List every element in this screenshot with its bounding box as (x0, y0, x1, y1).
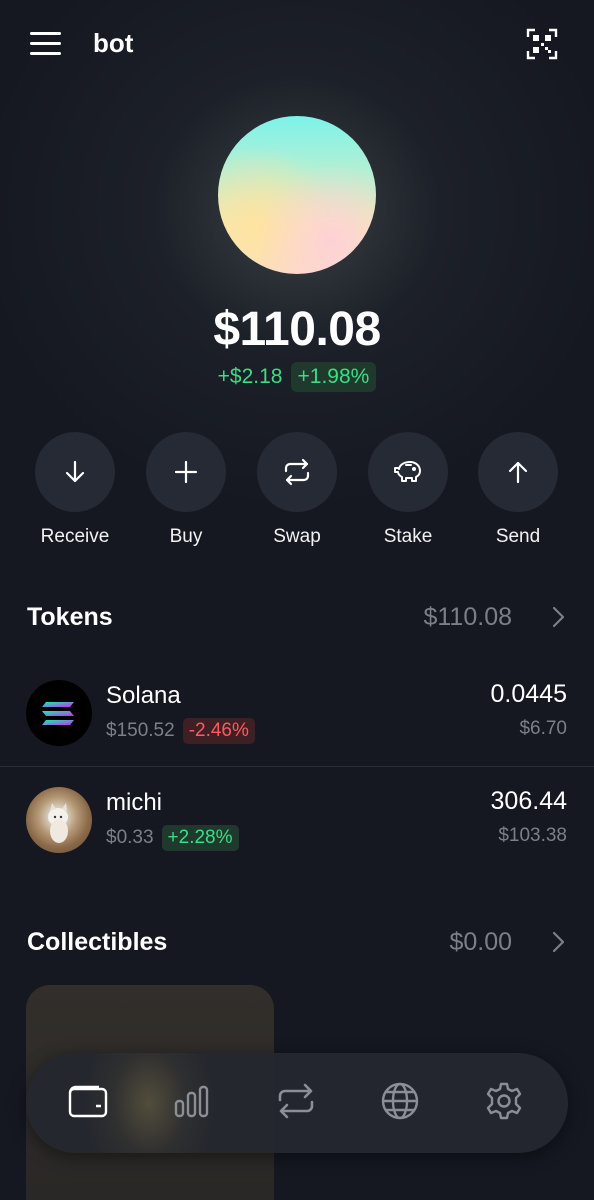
tab-swap[interactable] (274, 1081, 318, 1125)
token-value: $6.70 (519, 718, 567, 739)
token-value: $103.38 (498, 825, 567, 846)
portfolio-avatar (218, 116, 376, 274)
michi-avatar (26, 787, 92, 853)
send-label: Send (495, 526, 541, 547)
token-change-badge: +2.28% (161, 825, 239, 851)
collectibles-total[interactable]: $0.00 (449, 928, 512, 957)
swap-button[interactable]: Swap (242, 432, 352, 548)
swap-label: Swap (273, 526, 321, 547)
token-amount: 0.0445 (490, 680, 567, 708)
token-name: michi (106, 789, 163, 816)
tab-wallet[interactable] (66, 1081, 110, 1125)
tab-browser[interactable] (378, 1081, 422, 1125)
quick-actions: Receive Buy Swap Stake Send (0, 432, 594, 552)
send-button[interactable]: Send (463, 432, 573, 548)
swap-icon (257, 432, 337, 512)
bar-chart-icon (173, 1083, 211, 1124)
token-price-row: $150.52 -2.46% (106, 718, 255, 744)
token-row-michi[interactable]: michi $0.33 +2.28% 306.44 $103.38 (0, 787, 594, 887)
solana-logo-icon (26, 680, 92, 746)
header: bot (0, 0, 594, 88)
stake-label: Stake (383, 526, 433, 547)
swap-icon (275, 1082, 317, 1125)
tokens-total[interactable]: $110.08 (423, 603, 512, 632)
wallet-icon (67, 1083, 109, 1124)
token-price-row: $0.33 +2.28% (106, 825, 239, 851)
qr-scan-icon[interactable] (526, 28, 558, 60)
change-amount: +$2.18 (217, 365, 283, 388)
change-percent: +1.98% (290, 362, 377, 392)
receive-button[interactable]: Receive (20, 432, 130, 548)
tab-explore[interactable] (170, 1081, 214, 1125)
chevron-right-icon[interactable] (549, 605, 567, 629)
arrow-up-icon (478, 432, 558, 512)
divider (0, 766, 594, 767)
balance-change: +$2.18 +1.98% (0, 362, 594, 392)
token-price: $0.33 (106, 827, 154, 848)
buy-button[interactable]: Buy (131, 432, 241, 548)
bottom-tab-bar (26, 1053, 568, 1153)
stake-button[interactable]: Stake (353, 432, 463, 548)
chevron-right-icon[interactable] (549, 930, 567, 954)
hamburger-menu-icon[interactable] (30, 30, 62, 56)
account-name[interactable]: bot (93, 28, 133, 59)
plus-icon (146, 432, 226, 512)
token-change-badge: -2.46% (182, 718, 255, 744)
arrow-down-icon (35, 432, 115, 512)
buy-label: Buy (169, 526, 203, 547)
token-name: Solana (106, 682, 181, 709)
tokens-section-title: Tokens (27, 603, 113, 631)
token-price: $150.52 (106, 720, 175, 741)
gear-icon (484, 1081, 524, 1126)
tab-settings[interactable] (482, 1081, 526, 1125)
piggy-bank-icon (368, 432, 448, 512)
token-amount: 306.44 (490, 787, 567, 815)
collectibles-section-title: Collectibles (27, 928, 168, 956)
receive-label: Receive (40, 526, 110, 547)
total-balance: $110.08 (213, 303, 381, 356)
globe-icon (380, 1081, 420, 1126)
token-row-solana[interactable]: Solana $150.52 -2.46% 0.0445 $6.70 (0, 680, 594, 780)
